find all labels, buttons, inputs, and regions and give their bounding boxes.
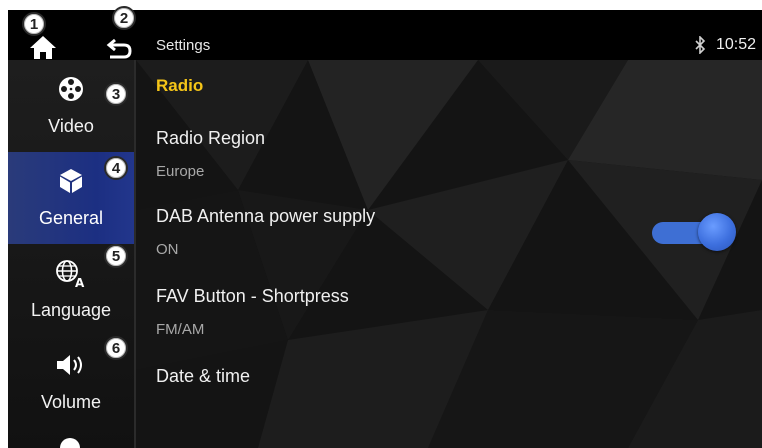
infotainment-screen: Settings 10:52 Video General A Language … [8, 10, 762, 448]
toggle-thumb [698, 213, 736, 251]
setting-fav-button[interactable]: FAV Button - Shortpress FM/AM [156, 286, 756, 338]
globe-language-icon: A [56, 260, 85, 288]
callout-badge: 6 [104, 336, 128, 360]
sidebar-item-partial[interactable] [60, 438, 80, 448]
sidebar-item-label: Language [30, 300, 112, 320]
sidebar-item-video[interactable]: Video [8, 60, 134, 152]
sidebar-item-label: Volume [40, 392, 102, 412]
callout-badge: 2 [112, 6, 136, 30]
setting-radio-region[interactable]: Radio Region Europe [156, 128, 756, 180]
back-arrow-icon [106, 38, 132, 59]
setting-name: Radio Region [156, 128, 266, 148]
back-button[interactable] [106, 34, 136, 60]
home-button[interactable] [28, 34, 62, 60]
page-title: Settings [156, 37, 211, 54]
section-title: Radio [156, 76, 204, 95]
status-area: 10:52 [694, 36, 756, 54]
callout-badge: 4 [104, 156, 128, 180]
clock: 10:52 [715, 36, 756, 53]
setting-value: ON [156, 241, 179, 258]
setting-date-time[interactable]: Date & time [156, 366, 756, 387]
callout-badge: 1 [22, 12, 46, 36]
setting-value: Europe [156, 163, 205, 180]
callout-badge: 5 [104, 244, 128, 268]
sidebar-divider [134, 60, 136, 448]
bluetooth-icon [695, 36, 706, 54]
film-reel-icon [59, 77, 83, 101]
svg-text:A: A [75, 276, 85, 288]
setting-value: FM/AM [156, 321, 205, 338]
dab-antenna-toggle[interactable] [652, 212, 738, 252]
setting-name: FAV Button - Shortpress [156, 286, 349, 306]
setting-dab-antenna[interactable]: DAB Antenna power supply ON [156, 206, 636, 258]
sidebar-item-label: General [38, 208, 104, 228]
home-icon [30, 36, 56, 59]
sidebar-item-label: Video [48, 116, 94, 136]
cube-icon [60, 169, 82, 193]
settings-content: Radio Radio Region Europe DAB Antenna po… [156, 60, 756, 448]
callout-badge: 3 [104, 82, 128, 106]
speaker-icon [57, 355, 82, 375]
setting-name: DAB Antenna power supply [156, 206, 376, 226]
setting-name: Date & time [156, 366, 251, 386]
